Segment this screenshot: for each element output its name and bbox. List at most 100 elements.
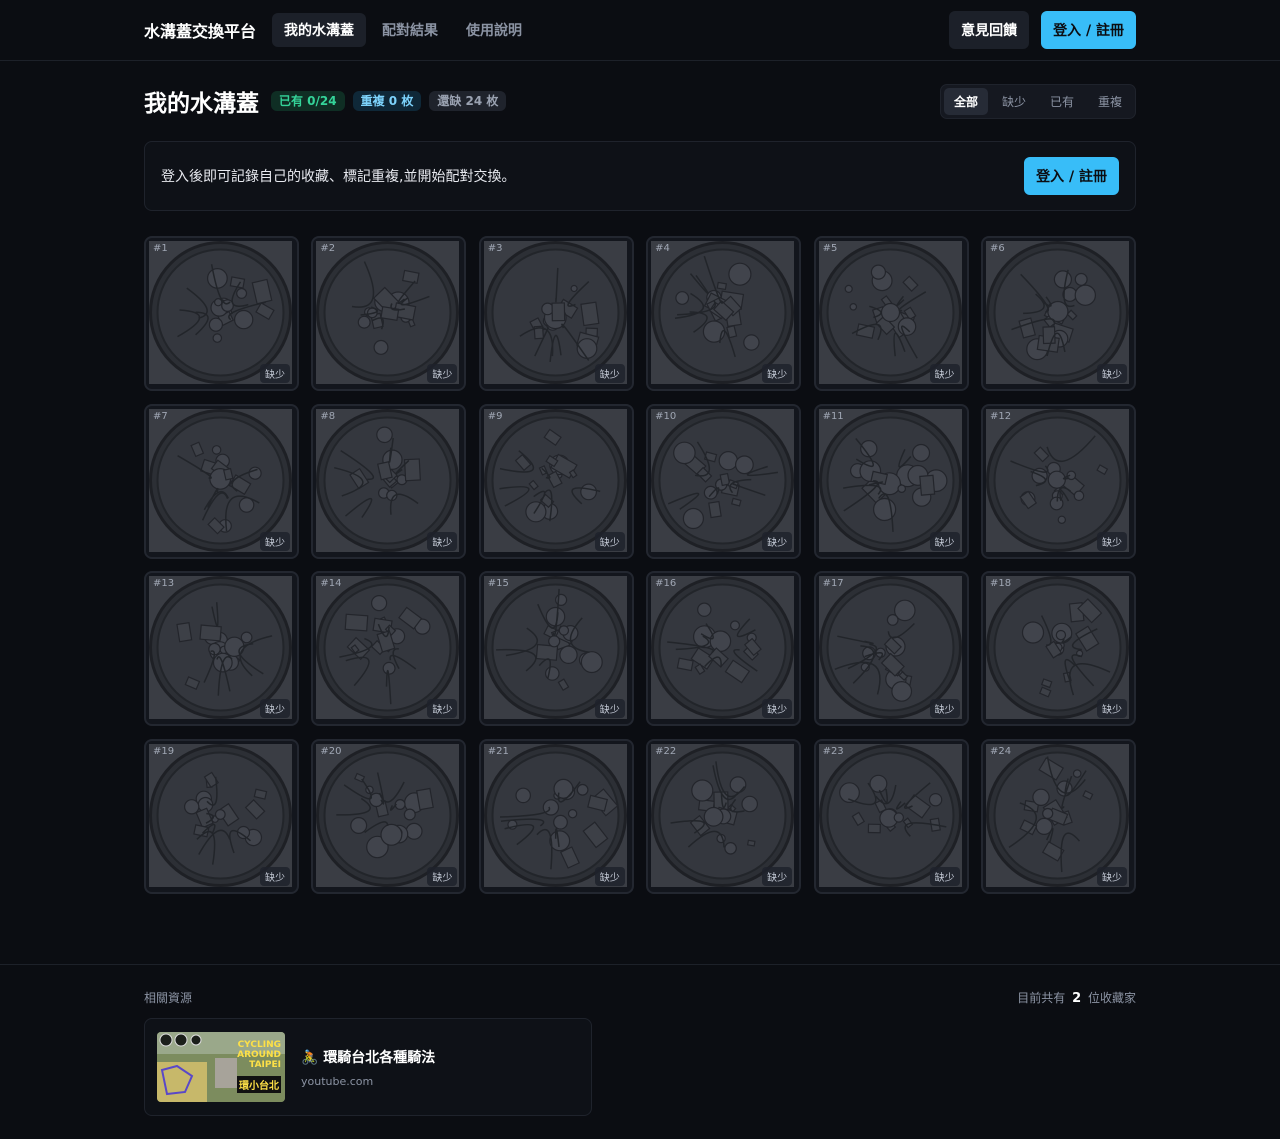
resource-thumbnail: CYCLING AROUND TAIPEI 環小台北 bbox=[157, 1032, 285, 1102]
manhole-cover-icon bbox=[818, 743, 962, 887]
nav-actions: 意見回饋 登入 / 註冊 bbox=[949, 11, 1136, 49]
cover-number: #14 bbox=[320, 578, 342, 589]
banner-login-button[interactable]: 登入 / 註冊 bbox=[1024, 157, 1119, 195]
manhole-cover-icon bbox=[316, 576, 460, 719]
cover-card[interactable]: #15 缺少 bbox=[478, 571, 634, 726]
cover-card[interactable]: #5 缺少 bbox=[813, 236, 969, 391]
cover-card[interactable]: #22 缺少 bbox=[646, 738, 802, 894]
manhole-cover-icon bbox=[651, 241, 795, 384]
cover-status-badge: 缺少 bbox=[594, 866, 625, 886]
thumbnail-text-loop: 環小台北 bbox=[237, 1076, 281, 1093]
collector-count-prefix: 目前共有 bbox=[1017, 991, 1066, 1005]
nav-match-results[interactable]: 配對結果 bbox=[370, 13, 450, 47]
footer-top: 相關資源 目前共有 2 位收藏家 bbox=[144, 989, 1136, 1006]
cover-card[interactable]: #17 缺少 bbox=[813, 571, 969, 726]
cover-number: #1 bbox=[153, 243, 168, 254]
cover-status-badge: 缺少 bbox=[1096, 531, 1127, 551]
cover-card[interactable]: #6 缺少 bbox=[980, 236, 1136, 391]
thumbnail-text-around: AROUND bbox=[237, 1050, 281, 1060]
resource-title-text: 環騎台北各種騎法 bbox=[323, 1049, 436, 1066]
cover-card[interactable]: #20 缺少 bbox=[311, 738, 467, 894]
cover-card[interactable]: #1 缺少 bbox=[144, 236, 299, 391]
cyclist-icon: 🚴 bbox=[301, 1049, 319, 1066]
title-row: 我的水溝蓋 已有 0/24 重複 0 枚 還缺 24 枚 全部 缺少 已有 重複 bbox=[144, 83, 1136, 119]
cover-number: #5 bbox=[822, 243, 838, 254]
manhole-cover-icon bbox=[483, 241, 627, 384]
cover-number: #3 bbox=[487, 243, 503, 254]
filter-have[interactable]: 已有 bbox=[1040, 88, 1084, 115]
cover-number: #2 bbox=[320, 243, 336, 254]
cover-number: #18 bbox=[989, 578, 1012, 589]
cover-status-badge: 缺少 bbox=[762, 364, 793, 383]
manhole-cover-icon bbox=[149, 408, 292, 552]
top-nav: 水溝蓋交換平台 我的水溝蓋 配對結果 使用說明 意見回饋 登入 / 註冊 bbox=[0, 0, 1280, 61]
cover-status-badge: 缺少 bbox=[929, 364, 960, 383]
cover-card[interactable]: #2 缺少 bbox=[311, 236, 467, 391]
cover-number: #7 bbox=[153, 410, 168, 422]
cover-card[interactable]: #10 缺少 bbox=[646, 403, 802, 559]
feedback-button[interactable]: 意見回饋 bbox=[949, 11, 1030, 49]
cover-status-badge: 缺少 bbox=[427, 699, 458, 718]
collector-count-number: 2 bbox=[1072, 991, 1082, 1006]
cover-number: #21 bbox=[487, 745, 509, 757]
cover-status-badge: 缺少 bbox=[427, 531, 458, 551]
filter-all[interactable]: 全部 bbox=[943, 87, 988, 115]
cover-number: #12 bbox=[989, 410, 1012, 422]
cover-card[interactable]: #13 缺少 bbox=[144, 571, 299, 726]
cover-card[interactable]: #4 缺少 bbox=[646, 236, 802, 391]
cover-number: #16 bbox=[655, 578, 677, 589]
filter-group: 全部 缺少 已有 重複 bbox=[939, 83, 1136, 119]
cover-status-badge: 缺少 bbox=[427, 364, 458, 383]
cover-card[interactable]: #23 缺少 bbox=[813, 738, 969, 894]
thumbnail-text-cycling: CYCLING bbox=[237, 1040, 281, 1050]
manhole-cover-icon bbox=[985, 576, 1129, 719]
manhole-cover-icon bbox=[483, 576, 627, 719]
cover-number: #23 bbox=[822, 745, 844, 757]
cover-status-badge: 缺少 bbox=[594, 364, 625, 383]
cover-number: #8 bbox=[320, 410, 336, 422]
manhole-cover-icon bbox=[483, 743, 627, 887]
cover-number: #9 bbox=[487, 410, 503, 422]
nav-instructions[interactable]: 使用說明 bbox=[454, 13, 534, 47]
filter-missing[interactable]: 缺少 bbox=[992, 88, 1036, 115]
cover-grid: #1 缺少 #2 缺少 #3 缺少 #4 缺少 #5 缺少 #6 缺少 #7 缺少 #8 缺少 #9 缺少 #10 缺… bbox=[144, 236, 1136, 894]
resource-card[interactable]: CYCLING AROUND TAIPEI 環小台北 🚴 環騎台北各種騎法 yo… bbox=[144, 1018, 592, 1116]
cover-card[interactable]: #16 缺少 bbox=[646, 571, 802, 726]
filter-duplicate[interactable]: 重複 bbox=[1088, 88, 1132, 115]
cover-number: #4 bbox=[655, 243, 670, 254]
login-banner: 登入後即可記錄自己的收藏、標記重複,並開始配對交換。 登入 / 註冊 bbox=[144, 141, 1136, 211]
cover-card[interactable]: #8 缺少 bbox=[311, 403, 467, 559]
manhole-cover-icon bbox=[483, 408, 627, 552]
cover-status-badge: 缺少 bbox=[1096, 699, 1127, 718]
main-content: 我的水溝蓋 已有 0/24 重複 0 枚 還缺 24 枚 全部 缺少 已有 重複… bbox=[0, 83, 1280, 894]
collector-count-suffix: 位收藏家 bbox=[1087, 991, 1136, 1005]
resource-title[interactable]: 🚴 環騎台北各種騎法 bbox=[301, 1047, 435, 1067]
cover-card[interactable]: #12 缺少 bbox=[980, 403, 1136, 559]
cover-number: #17 bbox=[822, 578, 844, 589]
manhole-cover-icon bbox=[316, 241, 460, 384]
cover-number: #24 bbox=[989, 745, 1012, 757]
cover-number: #22 bbox=[655, 745, 677, 757]
cover-card[interactable]: #7 缺少 bbox=[144, 403, 299, 559]
cover-card[interactable]: #18 缺少 bbox=[980, 571, 1136, 726]
nav-login-button[interactable]: 登入 / 註冊 bbox=[1041, 11, 1136, 49]
cover-card[interactable]: #19 缺少 bbox=[144, 738, 299, 894]
manhole-cover-icon bbox=[651, 408, 795, 552]
cover-status-badge: 缺少 bbox=[929, 866, 960, 886]
cover-card[interactable]: #21 缺少 bbox=[478, 738, 634, 894]
cover-card[interactable]: #11 缺少 bbox=[813, 403, 969, 559]
nav-my-covers[interactable]: 我的水溝蓋 bbox=[272, 13, 367, 47]
manhole-cover-icon bbox=[316, 743, 460, 887]
footer: 相關資源 目前共有 2 位收藏家 CYCLING AROUND TAIPEI 環… bbox=[0, 964, 1280, 1139]
related-resources-label: 相關資源 bbox=[144, 991, 193, 1005]
brand-logo[interactable]: 水溝蓋交換平台 bbox=[144, 18, 256, 42]
cover-status-badge: 缺少 bbox=[594, 699, 625, 718]
cover-card[interactable]: #24 缺少 bbox=[980, 738, 1136, 894]
cover-status-badge: 缺少 bbox=[260, 531, 290, 551]
cover-status-badge: 缺少 bbox=[1096, 866, 1127, 886]
manhole-cover-icon bbox=[985, 743, 1129, 887]
cover-card[interactable]: #14 缺少 bbox=[311, 571, 467, 726]
cover-card[interactable]: #9 缺少 bbox=[478, 403, 634, 559]
manhole-cover-icon bbox=[651, 743, 795, 887]
cover-card[interactable]: #3 缺少 bbox=[478, 236, 634, 391]
